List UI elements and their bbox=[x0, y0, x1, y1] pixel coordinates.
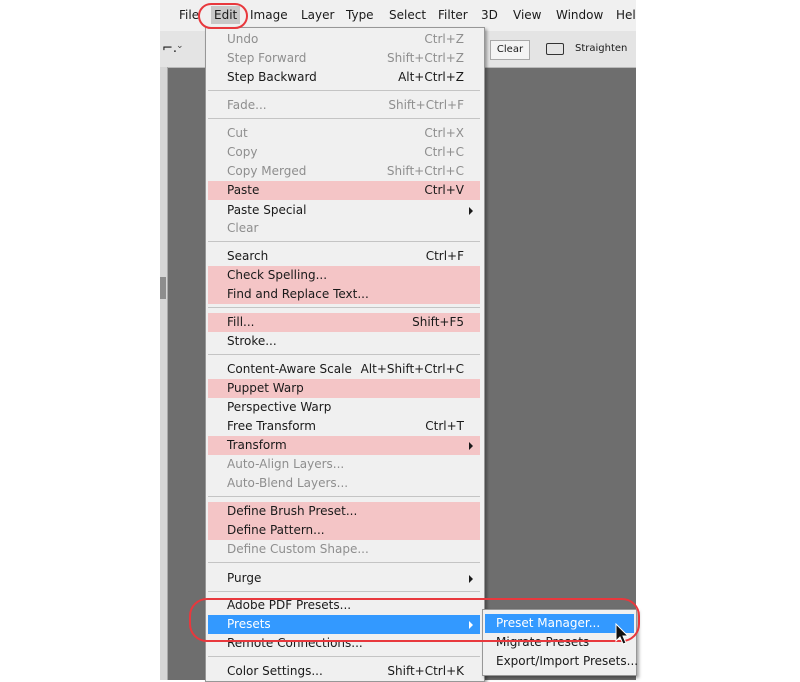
menu-separator bbox=[208, 118, 480, 119]
menu-item-transform[interactable]: Transform bbox=[208, 436, 480, 455]
mouse-cursor-icon bbox=[615, 623, 630, 645]
menu-separator bbox=[208, 90, 480, 91]
menu-item-perspective-warp[interactable]: Perspective Warp bbox=[208, 398, 480, 417]
menu-window[interactable]: Window bbox=[556, 8, 603, 22]
menu-item-auto-blend-layers[interactable]: Auto-Blend Layers... bbox=[208, 474, 480, 493]
menu-item-paste-special[interactable]: Paste Special bbox=[208, 201, 480, 220]
chevron-down-icon[interactable]: ⌄ bbox=[176, 41, 184, 51]
submenu-arrow-icon bbox=[469, 442, 473, 450]
edit-menu: Undo Ctrl+Z Step Forward Shift+Ctrl+Z Step… bbox=[205, 27, 485, 682]
panel-resize-handle[interactable] bbox=[160, 277, 166, 299]
submenu-arrow-icon bbox=[469, 207, 473, 215]
submenu-arrow-icon bbox=[469, 575, 473, 583]
menu-item-define-pattern[interactable]: Define Pattern... bbox=[208, 521, 480, 540]
crop-tool-icon[interactable]: ⌐. bbox=[162, 41, 177, 56]
menu-item-step-backward[interactable]: Step Backward Alt+Ctrl+Z bbox=[208, 68, 480, 87]
menu-item-content-aware-scale[interactable]: Content-Aware Scale Alt+Shift+Ctrl+C bbox=[208, 360, 480, 379]
menu-item-color-settings[interactable]: Color Settings... Shift+Ctrl+K bbox=[208, 662, 480, 681]
clear-button[interactable]: Clear bbox=[490, 40, 530, 60]
annotation-ring-edit bbox=[198, 3, 248, 29]
menu-item-stroke[interactable]: Stroke... bbox=[208, 332, 480, 351]
submenu-item-export-import-presets[interactable]: Export/Import Presets... bbox=[485, 652, 638, 671]
menu-view[interactable]: View bbox=[513, 8, 541, 22]
menu-item-free-transform[interactable]: Free Transform Ctrl+T bbox=[208, 417, 480, 436]
menu-3d[interactable]: 3D bbox=[481, 8, 498, 22]
menu-separator bbox=[208, 562, 480, 563]
menu-item-search[interactable]: Search Ctrl+F bbox=[208, 247, 480, 266]
menu-item-copy-merged[interactable]: Copy Merged Shift+Ctrl+C bbox=[208, 162, 480, 181]
menu-item-fade[interactable]: Fade... Shift+Ctrl+F bbox=[208, 96, 480, 115]
menu-separator bbox=[208, 496, 480, 497]
straighten-label[interactable]: Straighten bbox=[575, 43, 627, 54]
menu-help[interactable]: Hel bbox=[616, 8, 636, 22]
menu-item-define-brush-preset[interactable]: Define Brush Preset... bbox=[208, 502, 480, 521]
straighten-icon[interactable] bbox=[546, 43, 564, 55]
menu-select[interactable]: Select bbox=[389, 8, 426, 22]
menu-item-purge[interactable]: Purge bbox=[208, 569, 480, 588]
menu-separator bbox=[208, 354, 480, 355]
menu-item-define-custom-shape[interactable]: Define Custom Shape... bbox=[208, 540, 480, 559]
annotation-ring-presets bbox=[189, 598, 640, 642]
menu-filter[interactable]: Filter bbox=[438, 8, 468, 22]
menu-separator bbox=[208, 241, 480, 242]
menu-item-find-replace-text[interactable]: Find and Replace Text... bbox=[208, 285, 480, 304]
menu-separator bbox=[208, 656, 480, 657]
tools-panel-strip bbox=[160, 67, 168, 680]
menu-item-paste[interactable]: Paste Ctrl+V bbox=[208, 181, 480, 200]
menu-item-auto-align-layers[interactable]: Auto-Align Layers... bbox=[208, 455, 480, 474]
menu-item-undo[interactable]: Undo Ctrl+Z bbox=[208, 30, 480, 49]
menu-image[interactable]: Image bbox=[250, 8, 288, 22]
menu-item-puppet-warp[interactable]: Puppet Warp bbox=[208, 379, 480, 398]
menu-item-clear[interactable]: Clear bbox=[208, 219, 480, 238]
menu-layer[interactable]: Layer bbox=[301, 8, 334, 22]
menu-type[interactable]: Type bbox=[346, 8, 374, 22]
menu-separator bbox=[208, 307, 480, 308]
menu-file[interactable]: File bbox=[179, 8, 199, 22]
menu-item-copy[interactable]: Copy Ctrl+C bbox=[208, 143, 480, 162]
menu-item-cut[interactable]: Cut Ctrl+X bbox=[208, 124, 480, 143]
menu-item-check-spelling[interactable]: Check Spelling... bbox=[208, 266, 480, 285]
menu-item-step-forward[interactable]: Step Forward Shift+Ctrl+Z bbox=[208, 49, 480, 68]
menu-separator bbox=[208, 591, 480, 592]
menu-item-fill[interactable]: Fill... Shift+F5 bbox=[208, 313, 480, 332]
